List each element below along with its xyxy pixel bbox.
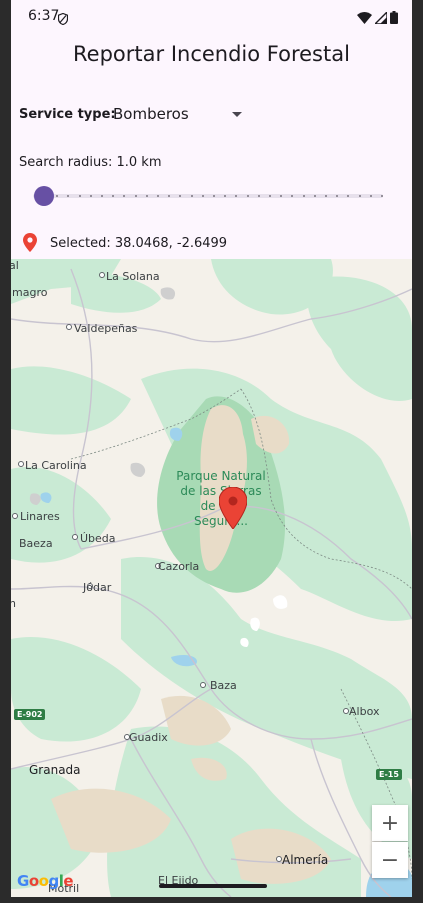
shield-icon	[57, 10, 69, 29]
service-type-dropdown[interactable]: Bomberos	[113, 104, 253, 126]
slider-tick	[280, 195, 283, 197]
city-dot	[12, 513, 18, 519]
slider-tick	[89, 195, 92, 197]
slider-tick	[257, 195, 260, 197]
city-dot	[200, 682, 206, 688]
map-label-granada: Granada	[29, 763, 81, 777]
slider-tick	[358, 195, 361, 197]
slider-tick	[56, 195, 59, 197]
app-screen: 6:37 Reportar Incendio Forestal Service …	[11, 0, 412, 897]
zoom-in-button[interactable]: +	[372, 805, 408, 841]
map-label-almagro: lmagro	[11, 286, 48, 299]
slider-tick	[101, 195, 103, 197]
city-dot	[99, 272, 105, 278]
map-label-linares: Linares	[20, 510, 60, 523]
service-type-row: Service type: Bomberos	[19, 104, 259, 126]
slider-tick	[224, 195, 227, 197]
slider-tick	[145, 195, 148, 197]
battery-icon	[390, 9, 398, 28]
slider-tick	[112, 195, 115, 197]
search-radius-label: Search radius: 1.0 km	[19, 155, 162, 170]
page-title: Reportar Incendio Forestal	[73, 42, 350, 66]
slider-tick	[347, 195, 350, 197]
signal-icon	[373, 9, 388, 28]
city-dot	[18, 461, 24, 467]
slider-tick	[134, 195, 137, 197]
map-label-valdepenas: Valdepeñas	[74, 322, 138, 335]
park-label-line-1: Parque Natural	[176, 469, 266, 483]
status-bar: 6:37	[11, 0, 412, 32]
service-type-value: Bomberos	[113, 105, 189, 123]
slider-tick	[190, 195, 193, 197]
slider-tick	[168, 195, 171, 197]
map-label-albox: Albox	[349, 705, 380, 718]
google-logo: Google	[17, 872, 74, 890]
slider-tick	[201, 195, 204, 197]
slider-tick	[67, 195, 70, 197]
map-label-edge: al	[11, 259, 19, 272]
road-shield-e902: E-902	[14, 709, 46, 720]
slider-tick	[302, 195, 305, 197]
map-label-guadix: Guadix	[129, 731, 168, 744]
map-label-la-solana: La Solana	[106, 270, 160, 283]
map-terrain	[11, 259, 412, 897]
map-label-baeza: Baeza	[19, 537, 53, 550]
map-label-almeria: Almería	[282, 853, 329, 867]
map-label-jodar: Jódar	[83, 581, 112, 594]
slider-tick	[235, 195, 238, 197]
map-view[interactable]: al La Solana lmagro Valdepeñas La Caroli…	[11, 259, 412, 897]
location-pin-icon	[23, 233, 37, 256]
map-label-baza: Baza	[210, 679, 237, 692]
zoom-out-button[interactable]: −	[372, 842, 408, 878]
slider-tick	[381, 195, 383, 197]
slider-tick	[246, 195, 249, 197]
slider-tick	[78, 195, 81, 197]
slider-tick-marks	[33, 185, 383, 207]
wifi-icon	[357, 9, 372, 28]
city-dot	[72, 534, 78, 540]
slider-tick	[369, 195, 372, 197]
slider-thumb[interactable]	[34, 186, 54, 206]
map-label-la-carolina: La Carolina	[25, 459, 87, 472]
slider-tick	[179, 195, 182, 197]
status-time: 6:37	[28, 8, 60, 24]
city-dot	[66, 324, 72, 330]
slider-tick	[291, 195, 294, 197]
home-indicator[interactable]	[159, 884, 267, 888]
map-label-ubeda: Úbeda	[80, 532, 116, 545]
dropdown-arrow-icon	[232, 112, 242, 117]
selected-coordinates: Selected: 38.0468, -2.6499	[50, 236, 228, 251]
slider-tick	[313, 195, 316, 197]
slider-tick	[157, 195, 159, 197]
slider-tick	[269, 195, 271, 197]
map-label-cazorla: Cazorla	[158, 560, 200, 573]
search-radius-slider[interactable]	[33, 185, 383, 207]
slider-tick	[213, 195, 215, 197]
device-frame: 6:37 Reportar Incendio Forestal Service …	[0, 0, 423, 903]
map-label-edge-mid: n	[11, 597, 16, 610]
slider-tick	[123, 195, 126, 197]
slider-tick	[336, 195, 339, 197]
service-type-label: Service type:	[19, 107, 116, 122]
slider-tick	[325, 195, 327, 197]
road-shield-e15: E-15	[376, 769, 402, 780]
